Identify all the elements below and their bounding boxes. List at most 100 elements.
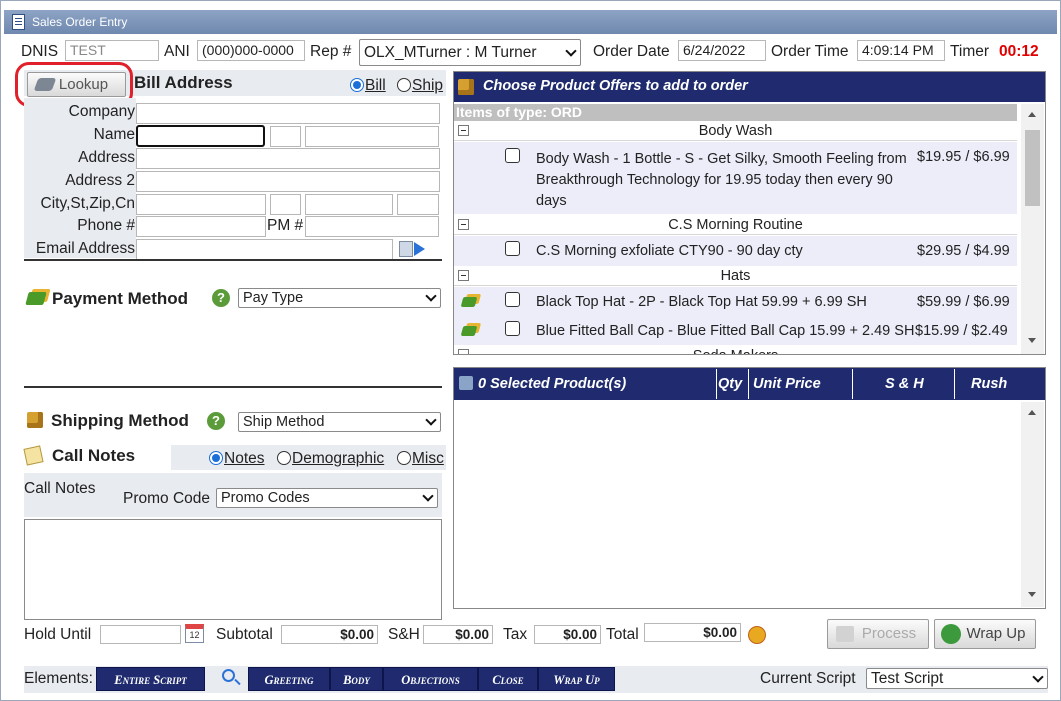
product-row[interactable]: Body Wash - 1 Bottle - S - Get Silky, Sm… — [454, 142, 1017, 214]
radio-bill[interactable]: Bill — [350, 77, 386, 95]
zip-input[interactable] — [305, 194, 393, 215]
name-label: Name — [93, 126, 135, 143]
wrap-up-button[interactable]: Wrap Up — [934, 619, 1036, 649]
product-row[interactable]: Blue Fitted Ball Cap - Blue Fitted Ball … — [454, 316, 1017, 345]
address2-input[interactable] — [136, 171, 440, 192]
hold-until-input[interactable] — [100, 625, 181, 644]
process-button[interactable]: Process — [827, 619, 929, 649]
country-input[interactable] — [397, 194, 439, 215]
order-date-label: Order Date — [593, 43, 670, 60]
scroll-down-icon[interactable] — [1028, 338, 1036, 343]
ship-method-select[interactable]: Ship Method — [238, 412, 441, 432]
close-button[interactable]: Close — [478, 667, 538, 691]
product-checkbox[interactable] — [505, 241, 520, 256]
first-name-input[interactable] — [136, 125, 265, 147]
body-button[interactable]: Body — [330, 667, 383, 691]
col-unit-price: Unit Price — [753, 376, 821, 392]
promo-code-select[interactable]: Promo Codes — [216, 488, 438, 508]
email-input[interactable] — [136, 239, 393, 260]
copy-address-icon[interactable] — [399, 241, 413, 257]
address-input[interactable] — [136, 148, 440, 169]
address-label: Address — [78, 149, 135, 166]
collapse-icon[interactable] — [458, 219, 469, 230]
product-checkbox[interactable] — [505, 321, 520, 336]
dnis-input[interactable]: TEST — [65, 40, 159, 61]
order-time-input[interactable]: 4:09:14 PM — [857, 40, 945, 61]
last-name-input[interactable] — [305, 126, 439, 147]
help-icon[interactable]: ? — [212, 289, 230, 307]
money-icon — [460, 297, 478, 307]
address2-label: Address 2 — [65, 172, 135, 189]
hold-until-label: Hold Until — [24, 626, 92, 643]
radio-ship-dot — [397, 78, 411, 92]
shipping-method-title: Shipping Method — [51, 411, 189, 430]
group-row[interactable]: C.S Morning Routine — [454, 215, 1017, 235]
city-input[interactable] — [136, 194, 266, 215]
state-input[interactable] — [270, 194, 301, 215]
bill-divider — [24, 259, 442, 261]
pay-type-select[interactable]: Pay Type — [238, 288, 441, 308]
collapse-icon[interactable] — [458, 125, 469, 136]
selected-scrollbar[interactable] — [1021, 402, 1044, 607]
elements-label: Elements: — [24, 670, 93, 687]
document-icon — [12, 14, 25, 30]
order-time-label: Order Time — [771, 43, 849, 60]
offers-title: Choose Product Offers to add to order — [483, 78, 748, 94]
ani-input[interactable]: (000)000-0000 — [197, 40, 305, 61]
product-row[interactable]: C.S Morning exfoliate CTY90 - 90 day cty… — [454, 236, 1017, 266]
tab-misc[interactable]: Misc — [397, 450, 444, 468]
col-divider — [954, 369, 955, 399]
money-icon — [25, 292, 47, 305]
tax-value: $0.00 — [534, 625, 601, 644]
tab-notes[interactable]: Notes — [209, 450, 265, 468]
call-notes-textarea[interactable] — [24, 519, 442, 620]
middle-initial-input[interactable] — [270, 126, 301, 147]
calculate-icon[interactable] — [748, 626, 766, 644]
scroll-down-icon[interactable] — [1028, 592, 1036, 597]
tab-demographic[interactable]: Demographic — [277, 450, 384, 468]
promo-code-value: Promo Codes — [221, 490, 310, 506]
window-title: Sales Order Entry — [32, 15, 128, 29]
company-input[interactable] — [136, 103, 440, 124]
current-script-value: Test Script — [871, 670, 944, 687]
total-label: Total — [606, 626, 639, 643]
promo-code-label: Promo Code — [123, 490, 211, 507]
product-price: $29.95 / $4.99 — [917, 243, 1010, 259]
scroll-thumb[interactable] — [1025, 130, 1040, 206]
greeting-button[interactable]: Greeting — [248, 667, 330, 691]
order-date-input[interactable]: 6/24/2022 — [678, 40, 766, 61]
ani-label: ANI — [164, 43, 190, 60]
scroll-up-icon[interactable] — [1028, 410, 1036, 415]
help-icon[interactable]: ? — [207, 412, 225, 430]
tax-label: Tax — [503, 626, 528, 643]
product-desc: C.S Morning exfoliate CTY90 - 90 day cty — [536, 243, 803, 259]
entire-script-button[interactable]: Entire Script — [96, 667, 205, 691]
current-script-select[interactable]: Test Script — [866, 668, 1048, 689]
offers-scrollbar[interactable] — [1021, 104, 1044, 354]
group-row[interactable]: Hats — [454, 266, 1017, 286]
email-label: Email Address — [35, 240, 135, 257]
wrap-up-script-button[interactable]: Wrap Up — [538, 667, 615, 691]
product-checkbox[interactable] — [505, 148, 520, 163]
calendar-icon[interactable]: 12 — [185, 624, 204, 643]
group-row[interactable]: Body Wash — [454, 121, 1017, 141]
sh-value: $0.00 — [423, 625, 493, 644]
objections-button[interactable]: Objections — [383, 667, 478, 691]
collapse-icon[interactable] — [458, 270, 469, 281]
pm-input[interactable] — [305, 216, 439, 237]
product-checkbox[interactable] — [505, 292, 520, 307]
phone-input[interactable] — [136, 216, 266, 237]
wrap-up-label: Wrap Up — [966, 625, 1026, 642]
scroll-up-icon[interactable] — [1028, 112, 1036, 117]
group-name: Soda Makers — [454, 346, 1017, 354]
radio-ship[interactable]: Ship — [397, 77, 443, 95]
package-icon — [27, 412, 43, 428]
tab-misc-radio — [397, 451, 411, 465]
rep-select[interactable]: OLX_MTurner : M Turner — [359, 39, 581, 66]
search-icon[interactable] — [222, 669, 235, 682]
call-notes-label: Call Notes — [24, 480, 96, 497]
col-qty: Qty — [718, 376, 743, 392]
city-label: City,St,Zip,Cn — [40, 195, 135, 212]
items-type-bar: Items of type: ORD — [454, 104, 1017, 121]
product-row[interactable]: Black Top Hat - 2P - Black Top Hat 59.99… — [454, 287, 1017, 316]
